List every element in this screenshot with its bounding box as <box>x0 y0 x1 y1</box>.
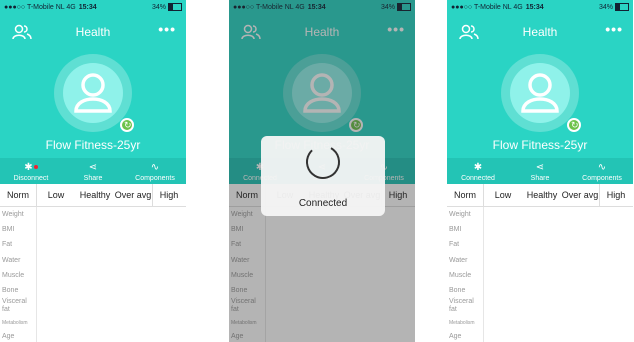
connected-button[interactable]: ✱ Connected <box>447 158 509 184</box>
column-norm: Norm <box>454 190 476 200</box>
column-healthy: Healthy <box>79 190 111 200</box>
metric-row: Weight <box>449 211 471 218</box>
column-high: High <box>159 190 179 200</box>
metric-row: Visceral fat <box>2 298 27 313</box>
column-over-avg: Over avg <box>114 190 152 200</box>
phone-screen-connecting: ●●●○○ T-Mobile NL 4G 15:34 34% Health •••… <box>229 0 415 342</box>
metric-list: Weight BMI Fat Water Muscle Bone Viscera… <box>447 207 484 342</box>
metric-row: Metabolism <box>449 320 475 326</box>
app-header: Health ••• <box>447 16 633 46</box>
share-button[interactable]: ⋖Share <box>509 158 571 184</box>
metric-row: Water <box>2 257 21 264</box>
column-over-avg: Over avg <box>561 190 599 200</box>
toast-message: Connected <box>298 198 348 209</box>
metric-row: Metabolism <box>2 320 28 326</box>
battery-icon <box>615 3 629 12</box>
profile-hero: ↻ Flow Fitness-25yr <box>0 46 186 158</box>
components-button[interactable]: ∿Components <box>124 158 186 184</box>
more-icon[interactable]: ••• <box>158 21 176 37</box>
share-icon: ⋖ <box>535 162 545 173</box>
metric-row: Muscle <box>2 272 25 279</box>
bluetooth-icon: ✱ <box>473 162 483 173</box>
metric-row: Weight <box>2 211 24 218</box>
metric-list: Weight BMI Fat Water Muscle Bone Viscera… <box>0 207 37 342</box>
connected-toast: Connected <box>261 136 385 216</box>
more-icon[interactable]: ••• <box>605 21 623 37</box>
carrier: ●●●○○ T-Mobile NL <box>451 4 512 11</box>
avatar[interactable] <box>510 63 570 123</box>
metric-row: Age <box>2 333 15 340</box>
profile-name: Flow Fitness-25yr <box>45 138 141 152</box>
network: 4G <box>66 4 76 11</box>
share-button[interactable]: ⋖Share <box>62 158 124 184</box>
avatar-ring: ↻ <box>54 54 134 132</box>
spinner-icon <box>306 145 340 180</box>
metric-row: BMI <box>449 226 462 233</box>
share-icon: ⋖ <box>88 162 98 173</box>
column-norm: Norm <box>7 190 29 200</box>
carrier: ●●●○○ T-Mobile NL <box>4 4 65 11</box>
action-bar: ✱ Disconnect ⋖ Share ∿ Components <box>0 158 186 184</box>
sync-badge-icon: ↻ <box>120 118 134 132</box>
column-low: Low <box>47 190 65 200</box>
profile-name: Flow Fitness-25yr <box>492 138 588 152</box>
phone-screen-disconnected: ●●●○○ T-Mobile NL 4G 15:34 34% Health •••… <box>0 0 186 342</box>
action-bar: ✱Connected ⋖Share ∿Components <box>447 158 633 184</box>
column-low: Low <box>494 190 512 200</box>
metric-row: Fat <box>449 241 460 248</box>
components-button[interactable]: ∿Components <box>571 158 633 184</box>
user-icon <box>74 73 112 113</box>
column-healthy: Healthy <box>526 190 558 200</box>
sync-badge-icon: ↻ <box>567 118 581 132</box>
battery-icon <box>168 3 182 12</box>
metric-row: Visceral fat <box>449 298 474 313</box>
avatar-ring: ↻ <box>501 54 581 132</box>
network: 4G <box>513 4 523 11</box>
metric-row: Muscle <box>449 272 472 279</box>
bluetooth-icon: ✱ <box>0 161 62 175</box>
metric-row: Bone <box>2 287 19 294</box>
time: 15:34 <box>525 4 544 11</box>
phone-screen-connected: ●●●○○ T-Mobile NL 4G 15:34 34% Health •••… <box>447 0 633 342</box>
metric-row: Bone <box>449 287 466 294</box>
chart-icon: ∿ <box>150 162 160 173</box>
battery-percent: 34% <box>151 4 166 11</box>
time: 15:34 <box>78 4 97 11</box>
metric-row: Water <box>449 257 468 264</box>
status-bar: ●●●○○ T-Mobile NL 4G 15:34 34% <box>447 0 633 16</box>
app-header: Health ••• <box>0 16 186 46</box>
status-bar: ●●●○○ T-Mobile NL 4G 15:34 34% <box>0 0 186 16</box>
disconnect-button[interactable]: ✱ Disconnect <box>0 158 62 184</box>
metric-row: Age <box>449 333 462 340</box>
battery-percent: 34% <box>598 4 613 11</box>
column-high: High <box>606 190 626 200</box>
profile-hero: ↻ Flow Fitness-25yr <box>447 46 633 158</box>
user-icon <box>521 73 559 113</box>
table-header: Norm Low Healthy Over avg High <box>447 184 633 207</box>
avatar[interactable] <box>63 63 123 123</box>
chart-icon: ∿ <box>597 162 607 173</box>
metric-row: Fat <box>2 241 13 248</box>
metric-row: BMI <box>2 226 15 233</box>
table-header: Norm Low Healthy Over avg High <box>0 184 186 207</box>
